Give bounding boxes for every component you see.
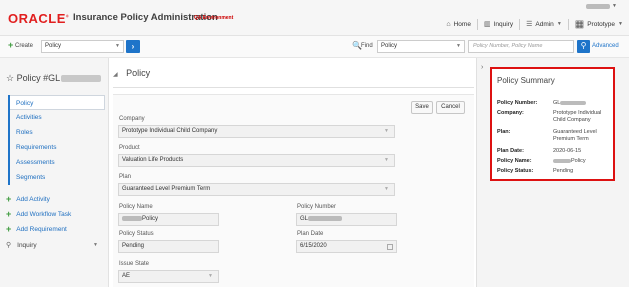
chevron-down-icon: ▼ [384, 128, 389, 134]
plus-icon: + [6, 224, 12, 234]
add-activity-link[interactable]: + Add Activity [6, 195, 50, 204]
sidebar-nav: Policy Activities Roles Requirements Ass… [8, 95, 105, 185]
inquiry-dropdown[interactable]: ⚲ Inquiry ▼ [6, 241, 98, 250]
find-type-select[interactable]: Policy ▼ [377, 40, 465, 53]
environment-badge: QA Environment [194, 15, 234, 21]
product-label: Product [119, 145, 140, 151]
chevron-right-icon: › [131, 42, 135, 51]
triangle-down-icon: ◢ [113, 72, 118, 78]
nav-inquiry[interactable]: ▥ Inquiry [478, 20, 519, 29]
redacted-text [553, 158, 571, 163]
redacted-text [560, 100, 587, 105]
create-go-button[interactable]: › [126, 40, 140, 53]
plan-date-label: Plan Date [297, 231, 324, 237]
plus-icon: + [6, 194, 12, 204]
top-nav: ⌂ Home ▥ Inquiry ☰ Admin ▼ ▦ Prototype ▼ [440, 18, 629, 30]
chevron-down-icon: ▼ [612, 3, 617, 9]
sidebar-item-policy[interactable]: Policy [10, 95, 105, 110]
save-button[interactable]: Save [411, 101, 433, 114]
policy-title: ☆ Policy #GL [6, 73, 102, 84]
divider [113, 87, 474, 88]
oracle-logo: ORACLE® [8, 11, 70, 26]
admin-icon: ☰ [526, 21, 533, 28]
search-icon: ⚲ [6, 242, 12, 249]
policy-section-header[interactable]: ◢ Policy [113, 68, 150, 78]
redacted-text [122, 215, 142, 221]
company-select[interactable]: Prototype Individual Child Company ▼ [118, 125, 395, 138]
add-workflow-task-link[interactable]: + Add Workflow Task [6, 210, 71, 219]
cancel-button[interactable]: Cancel [436, 101, 465, 114]
sidebar-item-activities[interactable]: Activities [10, 110, 105, 125]
chevron-down-icon: ▼ [456, 43, 461, 49]
plan-date-field[interactable]: 6/15/2020 [296, 240, 397, 253]
create-label: Create [15, 43, 34, 49]
add-requirement-link[interactable]: + Add Requirement [6, 225, 67, 234]
sidebar: ☆ Policy #GL Policy Activities Roles Req… [0, 58, 109, 287]
user-name-redacted [586, 3, 611, 9]
policy-status-field[interactable]: Pending [118, 240, 219, 253]
home-icon: ⌂ [446, 20, 451, 28]
sidebar-item-roles[interactable]: Roles [10, 125, 105, 140]
search-icon: ⚲ [580, 41, 587, 50]
policy-name-field[interactable]: Policy [118, 213, 219, 226]
chevron-down-icon: ▼ [384, 186, 389, 192]
chevron-down-icon: ▼ [208, 273, 213, 279]
policy-number-redacted [61, 75, 102, 83]
redacted-text [308, 215, 343, 221]
summary-company: Company: Prototype Individual Child Comp… [497, 110, 602, 123]
find-label: Find [361, 43, 373, 49]
sidebar-item-requirements[interactable]: Requirements [10, 140, 105, 155]
policy-summary-card: Policy Summary Policy Number: GL Company… [490, 67, 615, 181]
policy-summary-title: Policy Summary [497, 76, 555, 85]
user-menu[interactable]: ▼ [586, 3, 617, 9]
search-button[interactable]: ⚲ [577, 40, 590, 53]
summary-policy-name: Policy Name: Policy [497, 158, 586, 164]
chevron-down-icon: ▼ [384, 157, 389, 163]
plan-select[interactable]: Guaranteed Level Premium Term ▼ [118, 183, 395, 196]
inquiry-icon: ▥ [483, 21, 491, 28]
summary-plan: Plan: Guaranteed Level Premium Term [497, 129, 597, 142]
nav-admin[interactable]: ☰ Admin ▼ [520, 20, 568, 29]
nav-prototype[interactable]: ▦ Prototype ▼ [569, 19, 629, 30]
chevron-down-icon: ▼ [115, 43, 120, 49]
policy-name-label: Policy Name [119, 204, 153, 210]
plan-label: Plan [119, 174, 132, 180]
sidebar-item-assessments[interactable]: Assessments [10, 155, 105, 170]
chevron-down-icon: ▼ [618, 21, 623, 27]
policy-status-label: Policy Status [119, 231, 154, 237]
sidebar-item-segments[interactable]: Segments [10, 170, 105, 185]
policy-number-field[interactable]: GL [296, 213, 397, 226]
chevron-down-icon: ▼ [556, 21, 562, 27]
nav-home[interactable]: ⌂ Home [440, 21, 477, 28]
chevron-down-icon: ▼ [93, 242, 98, 248]
plus-icon: + [6, 209, 12, 219]
summary-policy-number: Policy Number: GL [497, 100, 615, 107]
company-label: Company [119, 116, 145, 122]
advanced-search-link[interactable]: Advanced [592, 43, 619, 49]
policy-number-label: Policy Number [297, 204, 337, 210]
app-header: ORACLE® Insurance Policy Administration … [0, 0, 629, 36]
issue-state-select[interactable]: AE ▼ [118, 270, 219, 283]
prototype-icon: ▦ [574, 18, 585, 30]
calendar-icon[interactable] [387, 244, 393, 250]
summary-policy-status: Policy Status: Pending [497, 168, 574, 174]
issue-state-label: Issue State [119, 261, 150, 267]
summary-plan-date: Plan Date: 2020-06-15 [497, 148, 582, 154]
plus-icon: + [8, 40, 14, 50]
create-type-select[interactable]: Policy ▼ [41, 40, 124, 53]
toolbar: + Create Policy ▼ › 🔍 Find Policy ▼ Poli… [0, 36, 629, 58]
search-input[interactable]: Policy Number, Policy Name [468, 40, 574, 53]
product-select[interactable]: Valuation Life Products ▼ [118, 154, 395, 167]
star-icon[interactable]: ☆ [6, 73, 14, 83]
chevron-right-icon[interactable]: › [481, 64, 483, 71]
